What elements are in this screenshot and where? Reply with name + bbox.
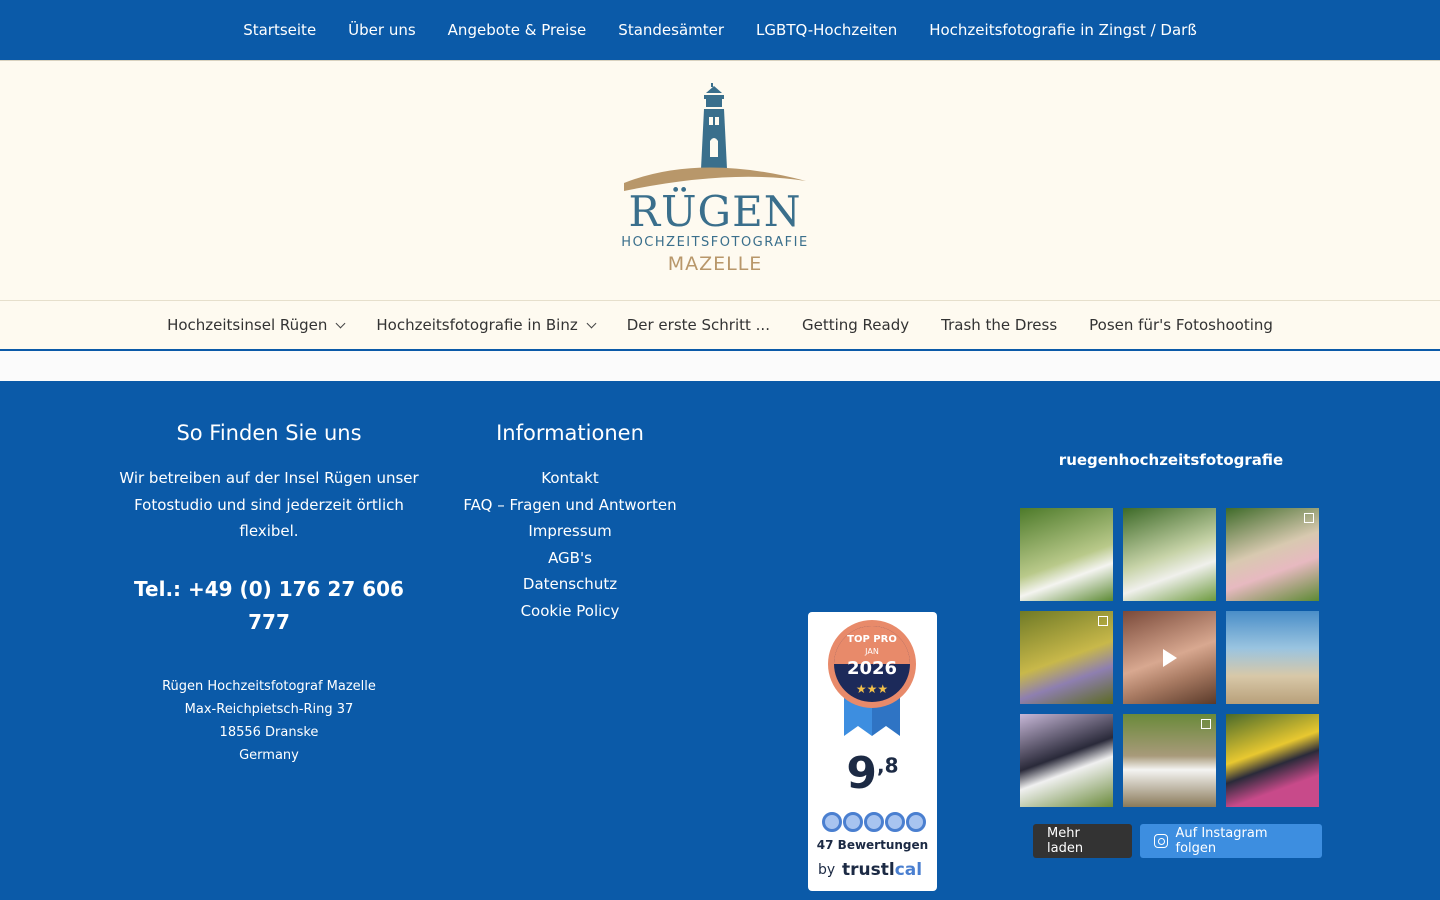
main-menu-label: Hochzeitsfotografie in Binz bbox=[376, 316, 578, 334]
trustlocal-badge[interactable]: TOP PRO JAN 2026 ★★★ 9,8 47 Bewertungen … bbox=[808, 612, 937, 891]
top-menu-item[interactable]: Standesämter bbox=[618, 21, 724, 39]
address-line: Max-Reichpietsch-Ring 37 bbox=[184, 701, 354, 717]
main-menu-label: Hochzeitsinsel Rügen bbox=[167, 316, 328, 334]
rating-rings bbox=[822, 812, 926, 832]
phone-number[interactable]: Tel.: +49 (0) 176 27 606 777 bbox=[118, 573, 420, 639]
follow-instagram-button[interactable]: Auf Instagram folgen bbox=[1139, 824, 1322, 858]
instagram-icon bbox=[1153, 834, 1168, 848]
badge-by: by bbox=[818, 862, 836, 878]
rating-ring-icon bbox=[906, 812, 926, 832]
svg-text:★★★: ★★★ bbox=[856, 682, 888, 696]
address-block: Rügen Hochzeitsfotograf Mazelle Max-Reic… bbox=[118, 675, 420, 767]
lighthouse-icon bbox=[624, 83, 806, 191]
rating-ring-icon bbox=[843, 812, 863, 832]
ig-post-3[interactable] bbox=[1226, 508, 1319, 601]
instagram-feed: ruegenhochzeitsfotografie Mehr laden Auf… bbox=[1020, 451, 1322, 858]
chevron-down-icon bbox=[586, 318, 597, 328]
badge-score-decimal: ,8 bbox=[877, 753, 899, 778]
gallery-icon bbox=[1201, 719, 1211, 729]
instagram-grid bbox=[1020, 508, 1322, 807]
main-menu-label: Posen für's Fotoshooting bbox=[1089, 316, 1273, 334]
content-spacer bbox=[0, 351, 1440, 381]
play-icon bbox=[1163, 649, 1177, 667]
gallery-icon bbox=[1304, 513, 1314, 523]
ig-post-6[interactable] bbox=[1226, 611, 1319, 704]
main-menu-label: Der erste Schritt ... bbox=[626, 316, 770, 334]
main-menu-item[interactable]: Der erste Schritt ... bbox=[627, 316, 770, 334]
logo-name: MAZELLE bbox=[667, 253, 763, 275]
load-more-button[interactable]: Mehr laden bbox=[1033, 824, 1132, 858]
info-link[interactable]: Kontakt bbox=[440, 465, 700, 492]
info-links: Kontakt FAQ – Fragen und Antworten Impress… bbox=[440, 465, 700, 624]
badge-year: 2026 bbox=[847, 658, 897, 679]
main-menu-item[interactable]: Posen für's Fotoshooting bbox=[1089, 316, 1273, 334]
main-menu-item[interactable]: Getting Ready bbox=[802, 316, 909, 334]
instagram-handle[interactable]: ruegenhochzeitsfotografie bbox=[1020, 451, 1322, 469]
main-menu: Hochzeitsinsel Rügen Hochzeitsfotografie … bbox=[167, 316, 1273, 334]
address-line: Rügen Hochzeitsfotograf Mazelle bbox=[162, 678, 376, 694]
site-logo[interactable]: RÜGEN HOCHZEITSFOTOGRAFIE MAZELLE bbox=[610, 83, 820, 283]
info-section: Informationen Kontakt FAQ – Fragen und An… bbox=[440, 421, 700, 624]
rating-ring-icon bbox=[822, 812, 842, 832]
info-link[interactable]: FAQ – Fragen und Antworten bbox=[440, 492, 700, 519]
trustlocal-logo: trustlcal bbox=[842, 860, 922, 880]
ig-post-4[interactable] bbox=[1020, 611, 1113, 704]
address-line: 18556 Dranske bbox=[219, 724, 319, 740]
badge-score-main: 9 bbox=[846, 748, 878, 799]
ig-post-2[interactable] bbox=[1123, 508, 1216, 601]
ig-post-5[interactable] bbox=[1123, 611, 1216, 704]
logo-brand: RÜGEN bbox=[628, 187, 802, 236]
badge-top-pro: TOP PRO bbox=[847, 634, 897, 645]
badge-score: 9,8 bbox=[808, 748, 937, 799]
main-menu-item[interactable]: Hochzeitsfotografie in Binz bbox=[376, 316, 597, 334]
chevron-down-icon bbox=[335, 318, 346, 328]
badge-month: JAN bbox=[864, 647, 879, 656]
rating-ring-icon bbox=[864, 812, 884, 832]
main-menu-item[interactable]: Trash the Dress bbox=[941, 316, 1057, 334]
main-menu-label: Getting Ready bbox=[801, 316, 910, 334]
info-link[interactable]: Cookie Policy bbox=[440, 598, 700, 625]
info-link[interactable]: Impressum bbox=[440, 518, 700, 545]
site-footer: So Finden Sie uns Wir betreiben auf der … bbox=[0, 381, 1440, 900]
ig-post-8[interactable] bbox=[1123, 714, 1216, 807]
top-menu-item[interactable]: Hochzeitsfotografie in Zingst / Darß bbox=[929, 21, 1197, 39]
trustlocal-logo-a: trustl bbox=[842, 860, 895, 880]
ig-post-7[interactable] bbox=[1020, 714, 1113, 807]
ig-post-9[interactable] bbox=[1226, 714, 1319, 807]
gallery-icon bbox=[1098, 616, 1108, 626]
main-menu-label: Trash the Dress bbox=[941, 316, 1058, 334]
top-menu-item[interactable]: LGBTQ-Hochzeiten bbox=[756, 21, 897, 39]
info-link[interactable]: AGB's bbox=[440, 545, 700, 572]
top-menu-item[interactable]: Angebote & Preise bbox=[448, 21, 587, 39]
instagram-buttons: Mehr laden Auf Instagram folgen bbox=[1033, 824, 1322, 858]
top-menu: Startseite Über uns Angebote & Preise Stand… bbox=[243, 21, 1197, 39]
find-us-section: So Finden Sie uns Wir betreiben auf der … bbox=[118, 421, 420, 767]
top-pro-medal-icon: TOP PRO JAN 2026 ★★★ bbox=[828, 620, 916, 736]
info-link[interactable]: Datenschutz bbox=[440, 571, 700, 598]
top-menu-item[interactable]: Über uns bbox=[348, 21, 416, 39]
find-us-intro: Wir betreiben auf der Insel Rügen unser … bbox=[119, 469, 419, 540]
logo-tagline: HOCHZEITSFOTOGRAFIE bbox=[621, 235, 809, 250]
address-line: Germany bbox=[239, 747, 299, 763]
find-us-title: So Finden Sie uns bbox=[176, 421, 362, 445]
ig-post-1[interactable] bbox=[1020, 508, 1113, 601]
site-header: RÜGEN HOCHZEITSFOTOGRAFIE MAZELLE bbox=[0, 60, 1440, 300]
top-navigation: Startseite Über uns Angebote & Preise Stand… bbox=[0, 0, 1440, 60]
info-title: Informationen bbox=[496, 421, 644, 445]
main-navigation: Hochzeitsinsel Rügen Hochzeitsfotografie … bbox=[0, 300, 1440, 351]
rating-ring-icon bbox=[885, 812, 905, 832]
badge-review-count: 47 Bewertungen bbox=[816, 838, 929, 852]
trustlocal-logo-b: cal bbox=[894, 860, 923, 880]
top-menu-item[interactable]: Startseite bbox=[243, 21, 316, 39]
follow-instagram-label: Auf Instagram folgen bbox=[1175, 826, 1268, 856]
main-menu-item[interactable]: Hochzeitsinsel Rügen bbox=[167, 316, 346, 334]
